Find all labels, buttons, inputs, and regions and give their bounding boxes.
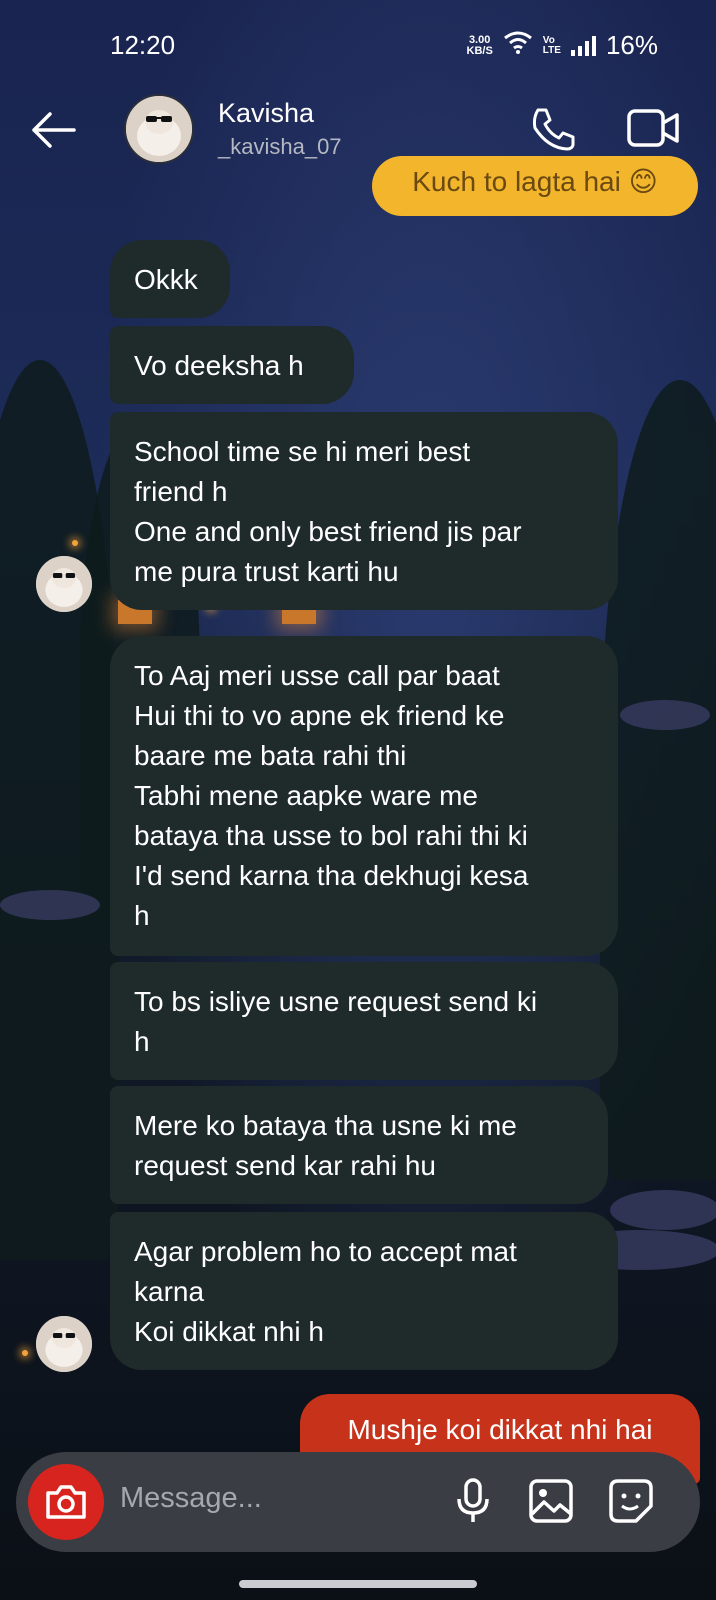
phone-icon <box>532 108 575 151</box>
arrow-left-icon <box>32 112 76 148</box>
message-text: Okkk <box>134 264 198 295</box>
received-message-bubble[interactable]: Okkk <box>110 240 230 318</box>
received-message-bubble[interactable]: Agar problem ho to accept mat karna Koi … <box>110 1212 618 1370</box>
message-input[interactable]: Message... <box>120 1482 262 1515</box>
video-camera-icon <box>627 109 679 147</box>
contact-username[interactable]: _kavisha_07 <box>218 134 342 160</box>
sticker-icon <box>609 1479 653 1523</box>
contact-name[interactable]: Kavisha <box>218 98 314 129</box>
video-call-button[interactable] <box>626 106 680 150</box>
sent-message-bubble[interactable]: Kuch to lagta hai 😊 <box>372 156 698 216</box>
message-text: Vo deeksha h <box>134 350 304 381</box>
home-indicator[interactable] <box>239 1580 477 1588</box>
received-message-bubble[interactable]: To Aaj meri usse call par baat Hui thi t… <box>110 636 618 956</box>
message-text: Kuch to lagta hai 😊 <box>412 166 658 197</box>
network-speed-indicator: 3.00 KB/S <box>466 33 493 57</box>
wifi-icon <box>503 30 533 61</box>
message-text: To Aaj meri usse call par baat Hui thi t… <box>134 660 529 931</box>
message-text: Mere ko bataya tha usne ki me request se… <box>134 1110 517 1181</box>
received-message-bubble[interactable]: School time se hi meri best friend h One… <box>110 412 618 610</box>
sender-avatar[interactable] <box>36 556 92 612</box>
message-text: Agar problem ho to accept mat karna Koi … <box>134 1236 517 1347</box>
volte-indicator: Vo LTE <box>542 34 561 56</box>
camera-button[interactable] <box>28 1464 104 1540</box>
sticker-button[interactable] <box>606 1476 656 1526</box>
received-message-bubble[interactable]: Mere ko bataya tha usne ki me request se… <box>110 1086 608 1204</box>
signal-icon <box>570 35 596 56</box>
profile-avatar[interactable] <box>124 94 194 164</box>
status-time: 12:20 <box>110 30 176 60</box>
status-bar: 12:20 3.00 KB/S Vo LTE 16% <box>0 0 716 92</box>
sender-avatar[interactable] <box>36 1316 92 1372</box>
camera-icon <box>46 1485 86 1519</box>
gallery-button[interactable] <box>526 1476 576 1526</box>
message-text: Mushje koi dikkat nhi hai <box>347 1414 653 1445</box>
microphone-icon <box>457 1478 489 1522</box>
battery-level: 16% <box>605 30 658 60</box>
message-text: School time se hi meri best friend h One… <box>134 436 522 587</box>
voice-message-button[interactable] <box>448 1476 498 1526</box>
received-message-bubble[interactable]: Vo deeksha h <box>110 326 354 404</box>
voice-call-button[interactable] <box>528 104 578 154</box>
image-icon <box>529 1479 573 1523</box>
message-composer: Message... <box>16 1452 700 1552</box>
received-message-bubble[interactable]: To bs isliye usne request send ki h <box>110 962 618 1080</box>
message-text: To bs isliye usne request send ki h <box>134 986 538 1057</box>
back-button[interactable] <box>30 110 80 150</box>
